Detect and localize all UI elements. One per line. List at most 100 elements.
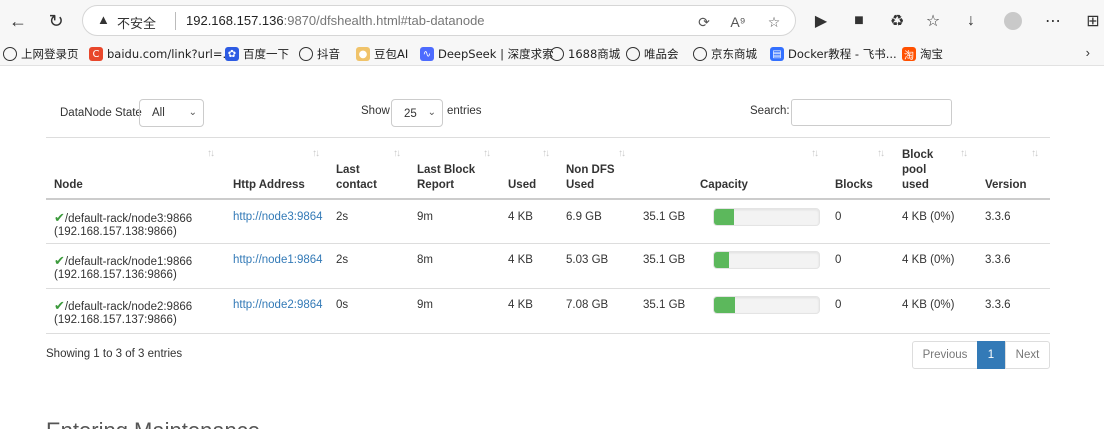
used-cell: 4 KB — [508, 254, 533, 266]
play-icon[interactable]: ▶ — [808, 8, 834, 34]
favorites-list-icon[interactable]: ☆ — [920, 8, 946, 34]
extensions-icon[interactable]: ♻ — [884, 8, 910, 34]
previous-page-button[interactable]: Previous — [912, 341, 978, 369]
feishu-doc-icon: ▤ — [770, 47, 784, 61]
version-cell: 3.3.6 — [985, 254, 1011, 266]
last-contact-cell: 2s — [336, 254, 349, 266]
chevron-right-icon[interactable]: › — [1086, 45, 1090, 60]
http-link-text[interactable]: http://node1:9864 — [233, 254, 323, 266]
address-bar[interactable]: ▲ 不安全 192.168.157.136:9870/dfshealth.htm… — [82, 5, 796, 36]
used-cell: 4 KB — [508, 299, 533, 311]
non-dfs-used-cell: 6.9 GB — [566, 211, 602, 223]
http-address-link[interactable]: http://node2:9864 — [233, 298, 323, 313]
header-capacity[interactable]: Capacity — [700, 178, 748, 193]
table-bottom-border — [46, 333, 1050, 334]
sort-icon[interactable]: ↑↓ — [811, 148, 819, 159]
header-line: Used — [566, 179, 595, 191]
chevron-down-icon: ⌄ — [427, 107, 436, 118]
sort-icon[interactable]: ↑↓ — [483, 148, 491, 159]
more-menu-icon[interactable]: ⋯ — [1040, 8, 1066, 34]
bookmark-item[interactable]: 淘淘宝 — [902, 45, 943, 63]
bookmark-item[interactable]: 1688商城 — [550, 45, 620, 63]
sort-icon[interactable]: ↑↓ — [1031, 148, 1039, 159]
header-block-pool-used[interactable]: Block pool used — [902, 148, 933, 193]
bookmark-item[interactable]: ✿ 百度一下 — [225, 45, 289, 63]
sort-icon[interactable]: ↑↓ — [542, 148, 550, 159]
translate-icon[interactable]: ⟳ — [693, 11, 715, 33]
read-aloud-icon[interactable]: A⁹ — [727, 11, 749, 33]
bookmark-label: 上网登录页 — [21, 47, 79, 61]
globe-icon — [693, 47, 707, 61]
sort-icon[interactable]: ↑↓ — [207, 148, 215, 159]
search-input[interactable] — [791, 99, 952, 126]
page-1-button[interactable]: 1 — [977, 341, 1005, 369]
header-last-block-report[interactable]: Last Block Report — [417, 163, 475, 193]
non-dfs-used-cell: 5.03 GB — [566, 254, 609, 266]
capacity-progress-fill — [714, 297, 735, 313]
next-page-button[interactable]: Next — [1005, 341, 1050, 369]
paw-icon: ✿ — [225, 47, 239, 61]
bookmark-label: 淘宝 — [920, 47, 943, 61]
sidebar-toggle-icon[interactable]: ⊞ — [1080, 8, 1104, 34]
capacity-progress-fill — [714, 252, 729, 268]
http-link-text[interactable]: http://node3:9864 — [233, 211, 323, 223]
capacity-cell: 35.1 GB — [643, 254, 686, 266]
bookmark-label: Docker教程 - 飞书... — [788, 47, 897, 61]
node-ip: (192.168.157.136:9866) — [54, 269, 177, 281]
sort-icon[interactable]: ↑↓ — [877, 148, 885, 159]
bookmark-item[interactable]: 抖音 — [299, 45, 340, 63]
header-http-address[interactable]: Http Address — [233, 178, 305, 193]
sort-icon[interactable]: ↑↓ — [393, 148, 401, 159]
capacity-cell: 35.1 GB — [643, 211, 686, 223]
bookmarks-bar: 上网登录页 Cbaidu.com/link?url=... ✿ 百度一下 抖音 ●… — [0, 42, 1104, 66]
bookmark-label: baidu.com/link?url=... — [107, 47, 234, 61]
games-icon[interactable]: ■ — [846, 8, 872, 34]
page-length-select[interactable]: 25 ⌄ — [391, 99, 443, 127]
bookmark-item[interactable]: 唯品会 — [626, 45, 679, 63]
download-icon[interactable]: ↓ — [958, 8, 984, 34]
sort-icon[interactable]: ↑↓ — [960, 148, 968, 159]
header-last-contact[interactable]: Last contact — [336, 163, 377, 193]
sort-icon[interactable]: ↑↓ — [618, 148, 626, 159]
last-block-report-cell: 9m — [417, 299, 433, 311]
header-line: Block — [902, 149, 934, 161]
back-arrow-icon[interactable]: ← — [4, 7, 32, 35]
bookmark-label: 百度一下 — [243, 47, 289, 61]
insecure-label: 不安全 — [117, 17, 157, 32]
blocks-cell: 0 — [835, 211, 842, 223]
sort-icon[interactable]: ↑↓ — [312, 148, 320, 159]
header-used[interactable]: Used — [508, 178, 536, 193]
bookmark-item[interactable]: ▤ Docker教程 - 飞书... — [770, 45, 897, 63]
block-pool-used-cell: 4 KB (0%) — [902, 254, 955, 266]
bookmark-item[interactable]: ∿ DeepSeek | 深度求索 — [420, 45, 554, 63]
reload-icon[interactable]: ↻ — [42, 7, 70, 35]
header-node[interactable]: Node — [54, 178, 83, 193]
header-line: pool — [902, 164, 927, 176]
http-address-link[interactable]: http://node3:9864 — [233, 210, 323, 225]
blocks-cell: 0 — [835, 299, 842, 311]
bookmark-item[interactable]: 京东商城 — [693, 45, 757, 63]
version-cell: 3.3.6 — [985, 211, 1011, 223]
capacity-progress-fill — [714, 209, 734, 225]
taobao-icon: 淘 — [902, 47, 916, 62]
profile-avatar-icon[interactable] — [1000, 8, 1026, 34]
header-version[interactable]: Version — [985, 178, 1027, 193]
bookmark-item[interactable]: 上网登录页 — [3, 45, 79, 63]
bookmark-item[interactable]: Cbaidu.com/link?url=... — [89, 45, 233, 63]
favorite-star-icon[interactable]: ☆ — [763, 11, 785, 33]
header-non-dfs-used[interactable]: Non DFS Used — [566, 163, 615, 193]
header-line: Report — [417, 179, 455, 191]
bookmark-label: 1688商城 — [568, 47, 621, 61]
block-pool-used-cell: 4 KB (0%) — [902, 211, 955, 223]
url-text[interactable]: 192.168.157.136:9870/dfshealth.html#tab-… — [186, 13, 485, 28]
doubao-icon: ● — [356, 47, 370, 61]
header-blocks[interactable]: Blocks — [835, 178, 873, 193]
http-address-link[interactable]: http://node1:9864 — [233, 253, 323, 268]
bookmark-item[interactable]: ● 豆包AI — [356, 45, 408, 63]
show-label: Show — [361, 105, 390, 117]
last-block-report-cell: 9m — [417, 211, 433, 223]
http-link-text[interactable]: http://node2:9864 — [233, 299, 323, 311]
header-line: Non DFS — [566, 164, 615, 176]
datanode-state-select[interactable]: All ⌄ — [139, 99, 204, 127]
last-block-report-cell: 8m — [417, 254, 433, 266]
